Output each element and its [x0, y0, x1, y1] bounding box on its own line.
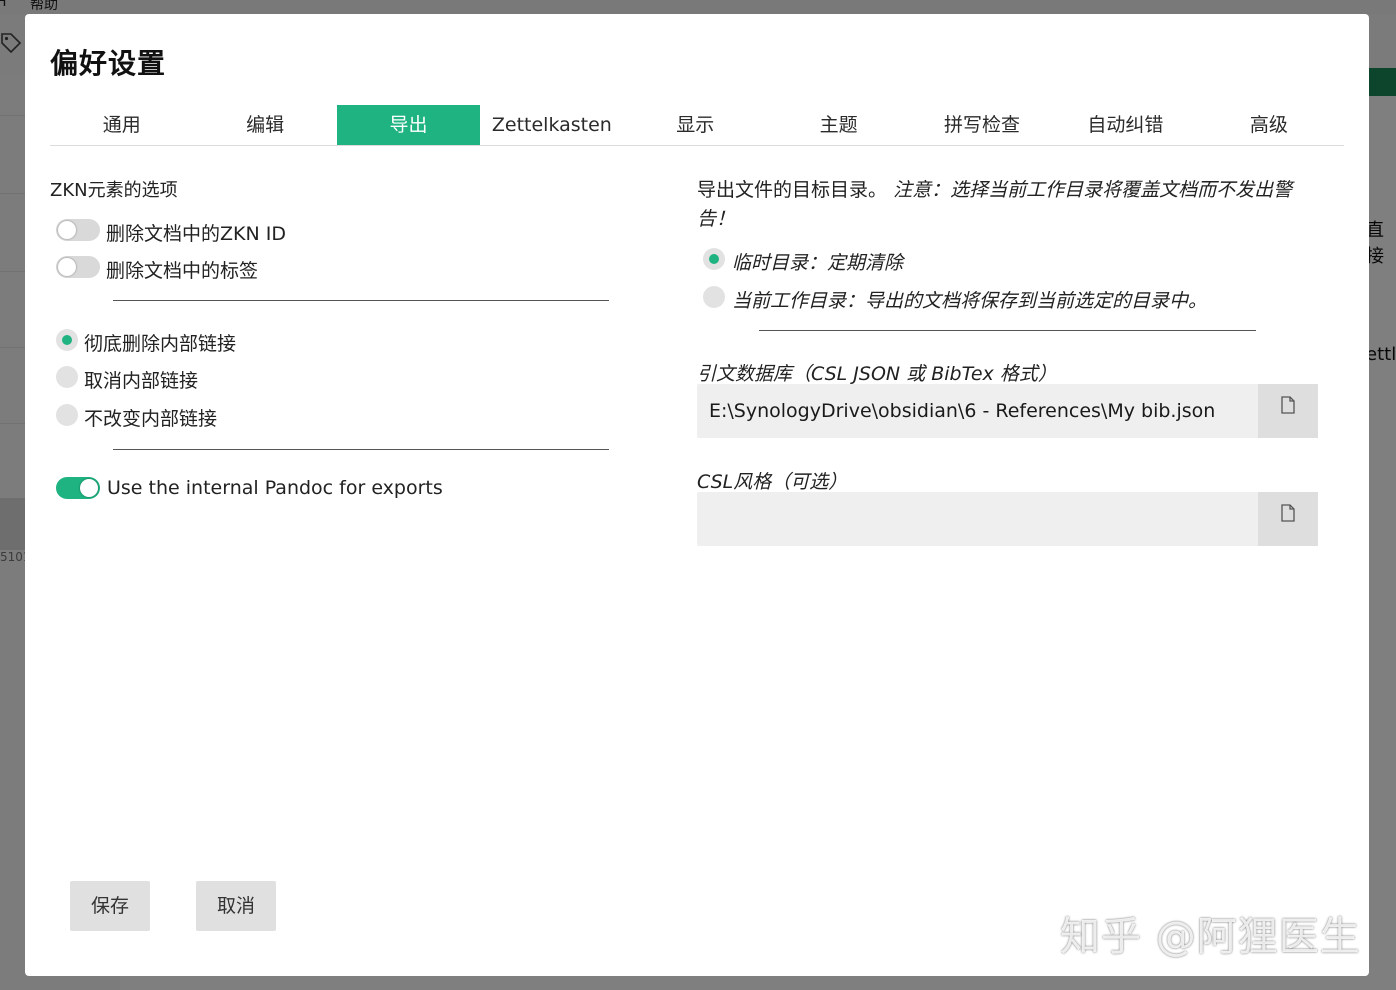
- tab-zettelkasten[interactable]: Zettelkasten: [480, 105, 623, 145]
- citation-db-browse-button[interactable]: [1258, 384, 1318, 438]
- watermark: 知乎 @阿狸医生: [1060, 914, 1361, 960]
- file-icon: [1281, 504, 1295, 522]
- citation-db-label: 引文数据库（CSL JSON 或 BibTex 格式）: [697, 363, 1057, 385]
- csl-style-field[interactable]: [697, 492, 1318, 546]
- dialog-title: 偏好设置: [50, 47, 167, 80]
- internal-pandoc-toggle[interactable]: [56, 477, 100, 499]
- remove-links-radio[interactable]: [56, 329, 78, 351]
- tab-editor[interactable]: 编辑: [193, 105, 336, 145]
- csl-style-browse-button[interactable]: [1258, 492, 1318, 546]
- internal-pandoc-label: Use the internal Pandoc for exports: [107, 477, 443, 499]
- toggle-knob: [80, 479, 98, 497]
- section-divider: [113, 449, 609, 450]
- keep-links-label: 不改变内部链接: [84, 408, 218, 430]
- file-icon: [1281, 396, 1295, 414]
- unlink-radio[interactable]: [56, 366, 78, 388]
- target-dir-description: 导出文件的目标目录。 注意：选择当前工作目录将覆盖文档而不发出警告！: [697, 176, 1317, 234]
- remove-zkn-id-toggle[interactable]: [56, 219, 100, 241]
- csl-style-label: CSL风格（可选）: [697, 471, 848, 493]
- tab-export[interactable]: 导出: [336, 105, 481, 145]
- remove-tags-label: 删除文档中的标签: [106, 260, 259, 282]
- toggle-knob: [58, 258, 76, 276]
- remove-zkn-id-label: 删除文档中的ZKN ID: [106, 223, 286, 245]
- tab-autocorrect[interactable]: 自动纠错: [1054, 105, 1197, 145]
- citation-db-path[interactable]: E:\SynologyDrive\obsidian\6 - References…: [709, 400, 1215, 422]
- tab-spellcheck[interactable]: 拼写检查: [910, 105, 1053, 145]
- save-button[interactable]: 保存: [70, 881, 150, 931]
- tab-advanced[interactable]: 高级: [1197, 105, 1340, 145]
- remove-links-label: 彻底删除内部链接: [84, 333, 237, 355]
- toggle-knob: [58, 221, 76, 239]
- temp-dir-radio[interactable]: [703, 248, 725, 270]
- section-divider: [759, 330, 1256, 331]
- temp-dir-label: 临时目录：定期清除: [732, 252, 904, 274]
- cancel-button[interactable]: 取消: [196, 881, 276, 931]
- tab-theme[interactable]: 主题: [767, 105, 910, 145]
- unlink-label: 取消内部链接: [84, 370, 199, 392]
- tab-display[interactable]: 显示: [624, 105, 767, 145]
- keep-links-radio[interactable]: [56, 404, 78, 426]
- citation-db-field[interactable]: E:\SynologyDrive\obsidian\6 - References…: [697, 384, 1318, 438]
- tab-general[interactable]: 通用: [50, 105, 193, 145]
- cwd-radio[interactable]: [703, 286, 725, 308]
- remove-tags-toggle[interactable]: [56, 256, 100, 278]
- tab-bar: 通用 编辑 导出 Zettelkasten 显示 主题 拼写检查 自动纠错 高级: [50, 105, 1344, 146]
- target-dir-label: 导出文件的目标目录。: [697, 179, 888, 201]
- cwd-label: 当前工作目录：导出的文档将保存到当前选定的目录中。: [732, 290, 1208, 312]
- zkn-options-label: ZKN元素的选项: [50, 180, 178, 201]
- section-divider: [113, 300, 609, 301]
- preferences-dialog: 偏好设置 通用 编辑 导出 Zettelkasten 显示 主题 拼写检查 自动…: [25, 14, 1369, 976]
